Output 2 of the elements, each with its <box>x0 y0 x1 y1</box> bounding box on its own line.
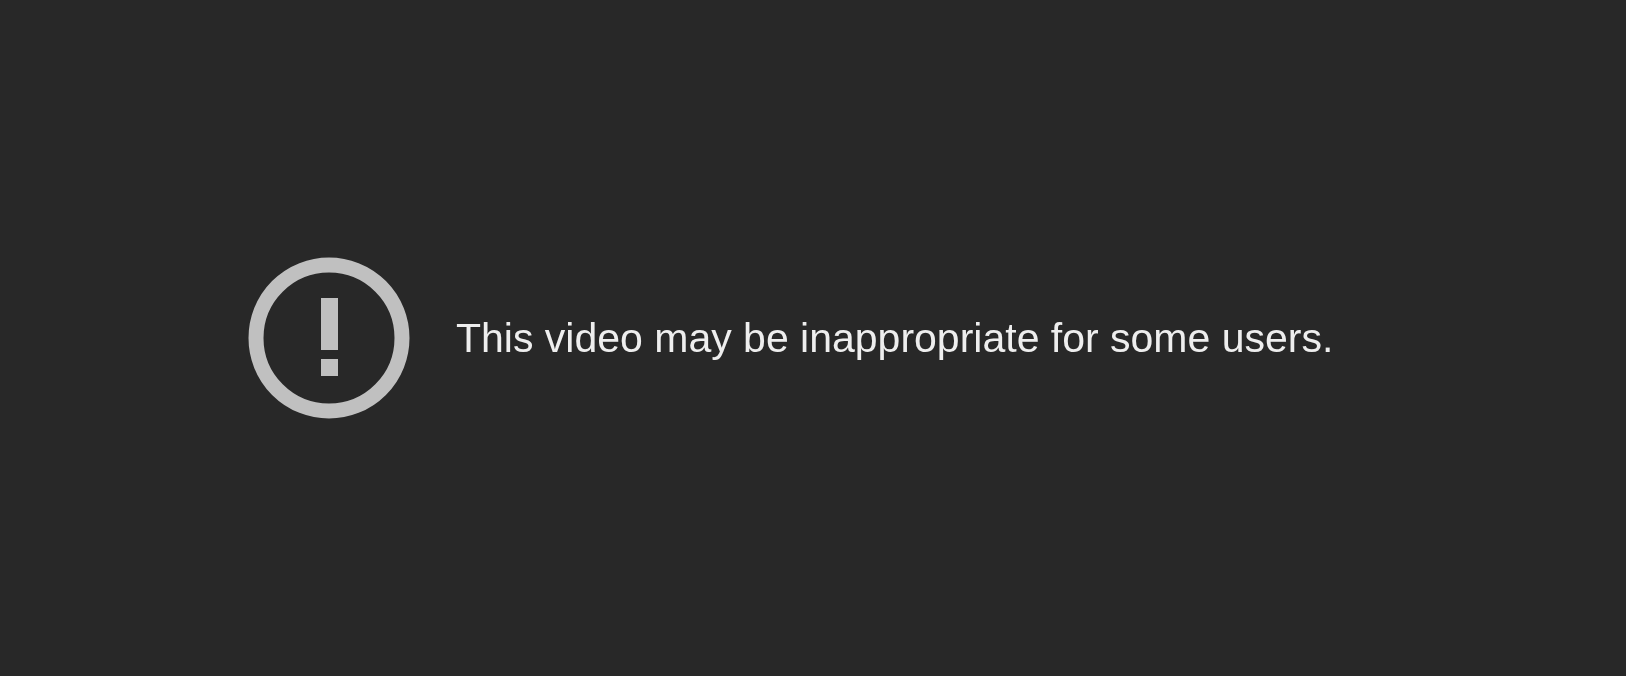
warning-message: This video may be inappropriate for some users. <box>456 314 1334 362</box>
warning-icon <box>248 257 410 419</box>
